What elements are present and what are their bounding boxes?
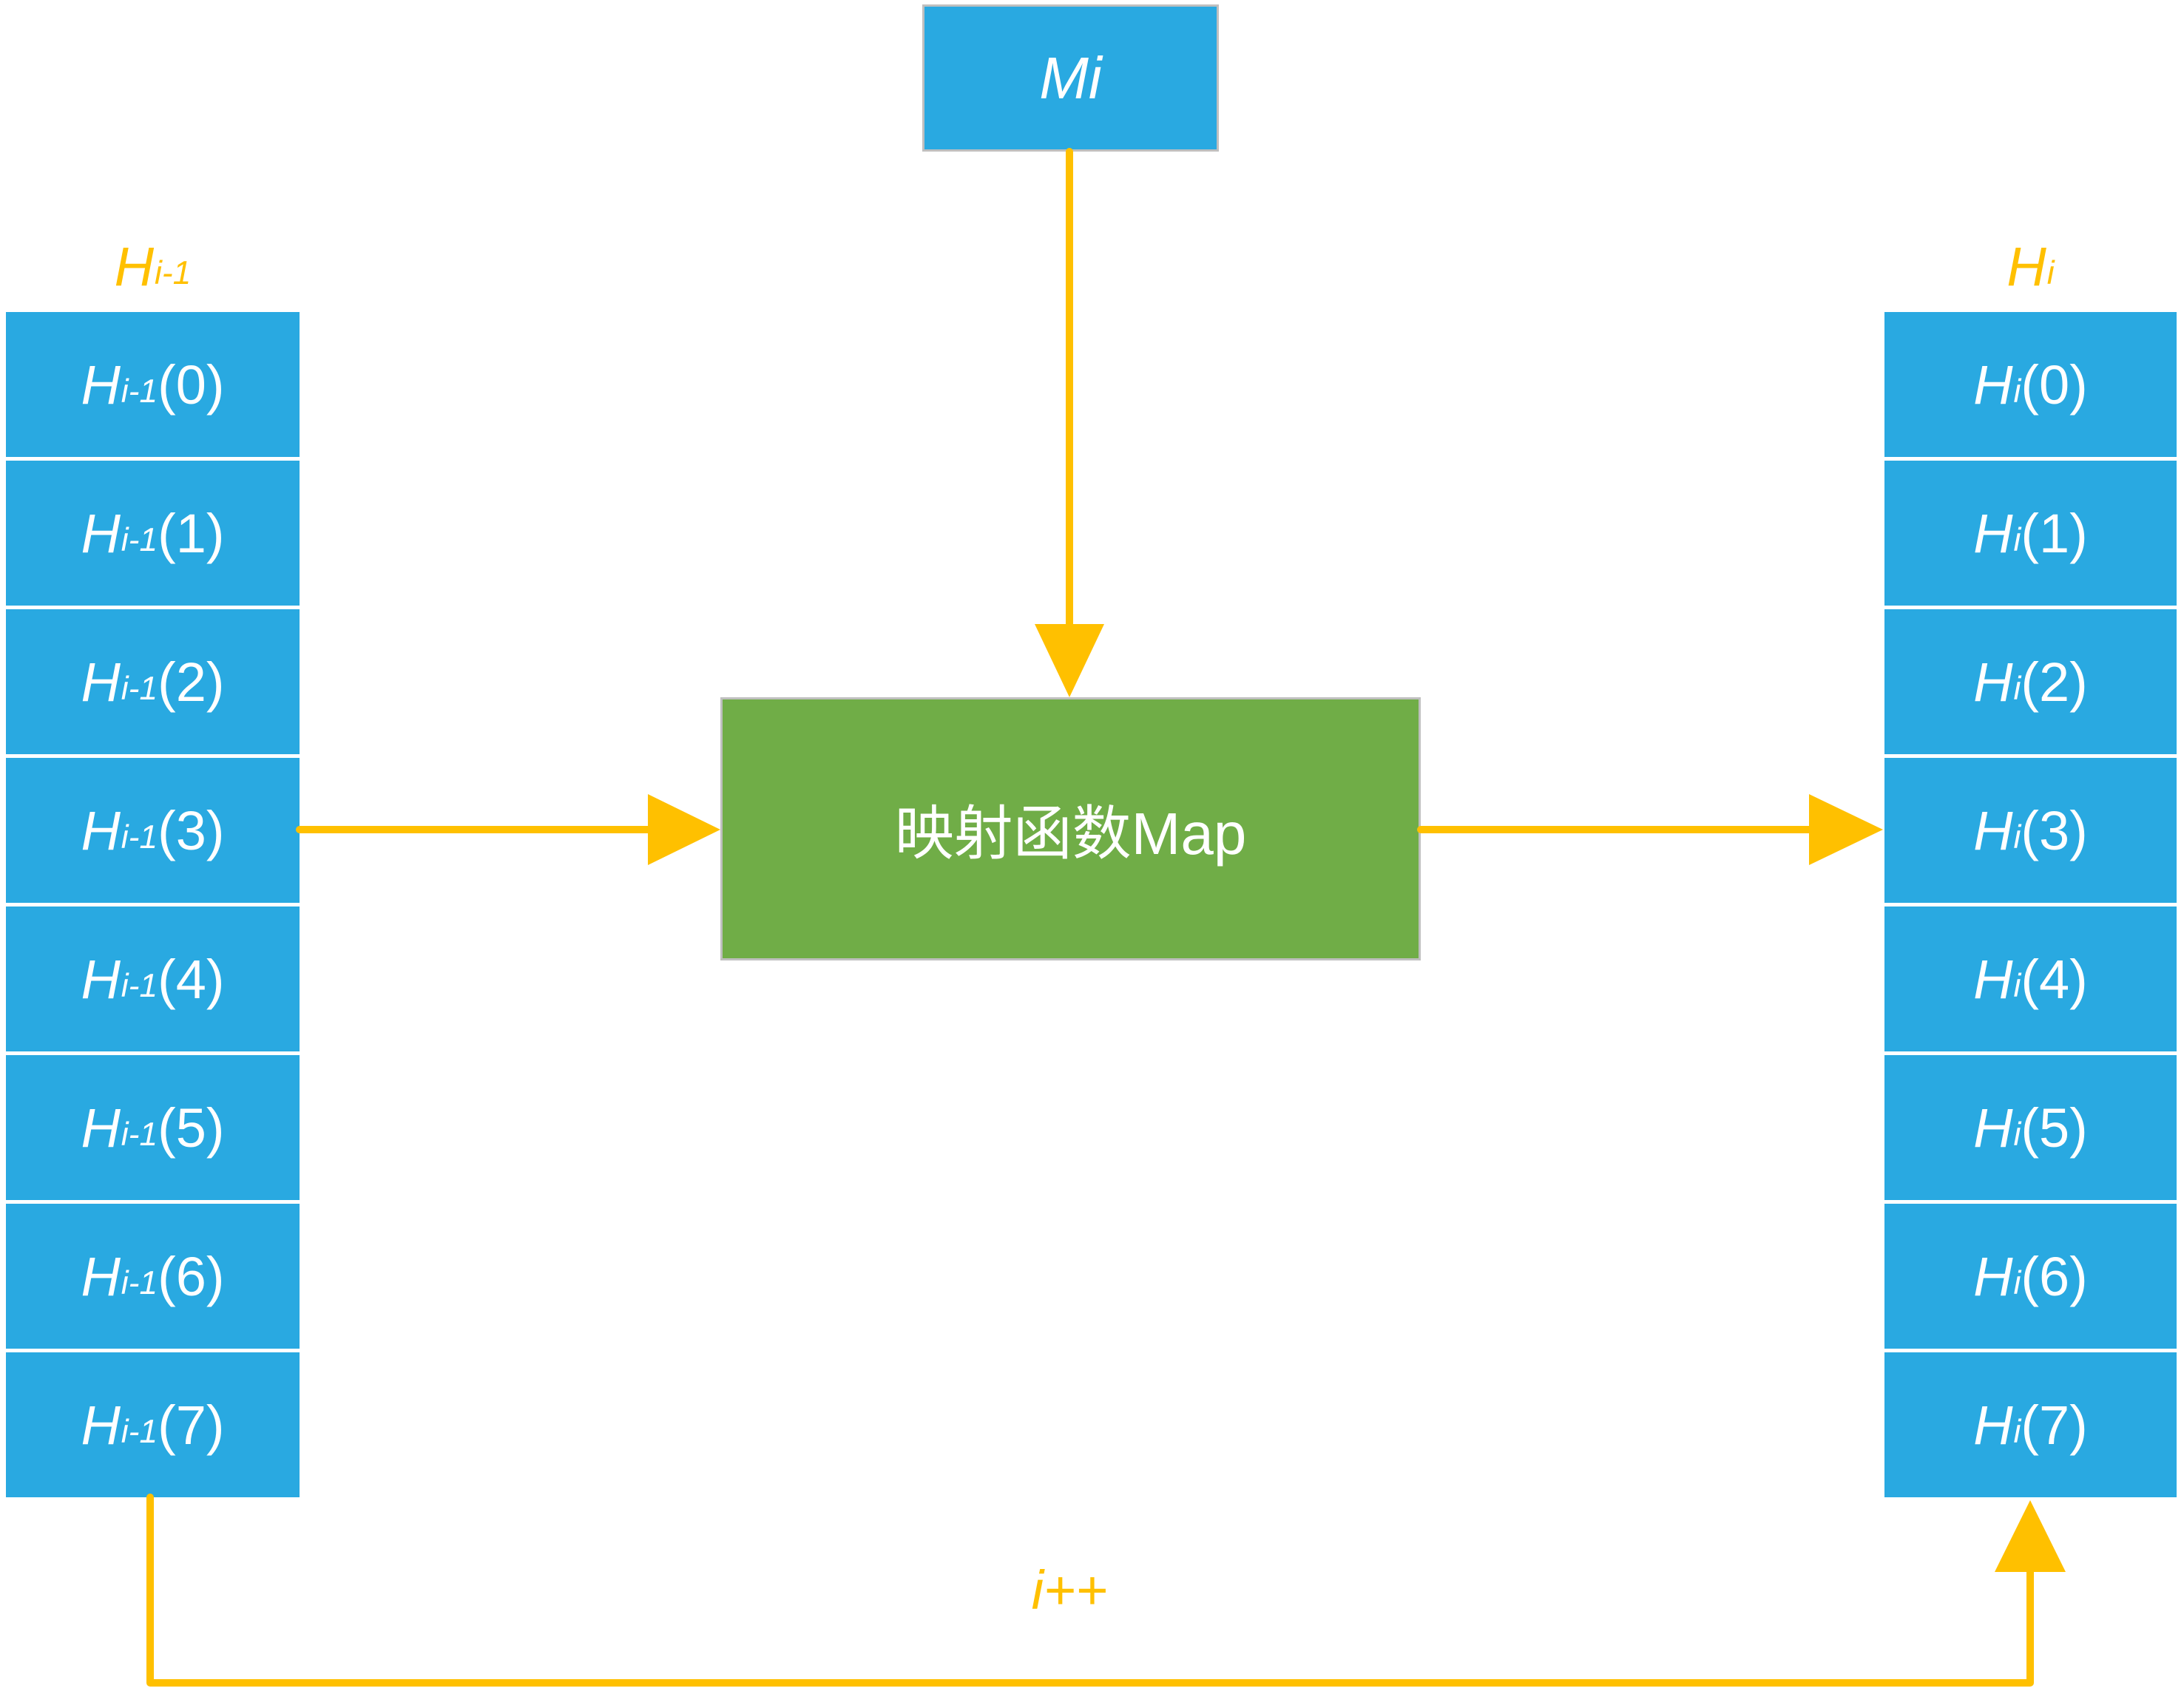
left-column-cell-arg: (3) (158, 799, 225, 861)
right-column-cell-var: H (1973, 799, 2013, 861)
right-column-cell-sub: i (2013, 1264, 2021, 1301)
right-column-cell-sub: i (2013, 521, 2021, 558)
left-column-cell-6: Hi-1 (6) (6, 1204, 300, 1349)
right-column-cell-6: Hi (6) (1884, 1204, 2177, 1349)
right-column-cell-sub: i (2013, 670, 2021, 707)
arrow-map-to-right-head (1809, 794, 1883, 865)
right-column-cell-arg: (7) (2021, 1394, 2088, 1456)
right-column-cell-arg: (5) (2021, 1097, 2088, 1159)
right-column-cell-7: Hi (7) (1884, 1352, 2177, 1497)
left-column-cell-sub: i-1 (121, 670, 158, 707)
left-column-cell-arg: (6) (158, 1245, 225, 1307)
left-column-cell-arg: (0) (158, 353, 225, 416)
left-column-cell-var: H (81, 948, 121, 1010)
left-column-h-prev: Hi-1 (0) Hi-1 (1) Hi-1 (2) Hi-1 (3) Hi-1 (4) Hi-1(… (6, 312, 300, 1497)
left-column-cell-arg: (2) (158, 651, 225, 713)
right-column-cell-var: H (1973, 948, 2013, 1010)
right-heading-sub: i (2046, 254, 2055, 291)
right-column-cell-1: Hi (1) (1884, 461, 2177, 606)
left-column-cell-var: H (81, 1245, 121, 1307)
right-column-cell-var: H (1973, 1097, 2013, 1159)
right-column-cell-arg: (2) (2021, 651, 2088, 713)
input-box-mi: Mi (922, 4, 1219, 152)
right-column-h-current: Hi (0) Hi (1) Hi (2) Hi (3) Hi (4) Hi (5) Hi (6) Hi (7) (1884, 312, 2177, 1497)
right-column-cell-var: H (1973, 1245, 2013, 1307)
right-column-cell-arg: (3) (2021, 799, 2088, 861)
left-column-cell-2: Hi-1 (2) (6, 609, 300, 754)
left-column-cell-var: H (81, 1394, 121, 1456)
left-heading-var: H (114, 235, 155, 297)
left-column-cell-var: H (81, 651, 121, 713)
right-column-heading: Hi (1884, 222, 2177, 311)
right-column-cell-4: Hi (4) (1884, 907, 2177, 1051)
left-column-cell-5: Hi-1 (5) (6, 1055, 300, 1200)
left-column-cell-arg: (1) (158, 502, 225, 564)
right-column-cell-sub: i (2013, 373, 2021, 410)
left-column-cell-sub: i-1 (121, 1116, 158, 1153)
right-column-cell-5: Hi (5) (1884, 1055, 2177, 1200)
left-column-cell-7: Hi-1 (7) (6, 1352, 300, 1497)
right-column-cell-3: Hi (3) (1884, 758, 2177, 903)
left-column-cell-0: Hi-1 (0) (6, 312, 300, 457)
arrow-map-to-right (1417, 794, 1883, 865)
right-column-cell-2: Hi (2) (1884, 609, 2177, 754)
left-column-cell-var: H (81, 502, 121, 564)
left-column-heading: Hi-1 (6, 222, 300, 311)
left-column-cell-sub: i-1 (121, 373, 158, 410)
left-column-cell-var: H (81, 799, 121, 861)
right-heading-var: H (2006, 235, 2046, 297)
arrow-loop-feedback-head (1995, 1500, 2066, 1572)
left-column-cell-arg: (5) (158, 1097, 225, 1159)
arrow-left-to-map (296, 794, 720, 865)
left-column-cell-3: Hi-1 (3) (6, 758, 300, 903)
right-column-cell-arg: (1) (2021, 502, 2088, 564)
right-column-cell-sub: i (2013, 1413, 2021, 1450)
arrow-mi-to-map-head (1035, 624, 1104, 697)
right-column-cell-sub: i (2013, 819, 2021, 855)
right-column-cell-sub: i (2013, 1116, 2021, 1153)
map-function-label: 映射函数Map (894, 801, 1247, 867)
right-column-cell-0: Hi (0) (1884, 312, 2177, 457)
left-column-cell-var: H (81, 353, 121, 416)
left-column-cell-sub: i-1 (121, 819, 158, 855)
left-heading-sub: i-1 (154, 254, 192, 291)
right-column-cell-var: H (1973, 1394, 2013, 1456)
left-column-cell-sub: i-1 (121, 521, 158, 558)
left-column-cell-1: Hi-1 (1) (6, 461, 300, 606)
right-column-cell-var: H (1973, 651, 2013, 713)
left-column-cell-arg: (4) (158, 948, 225, 1010)
arrow-mi-to-map (1035, 148, 1104, 697)
map-function-box: 映射函数Map (720, 697, 1421, 960)
arrow-left-to-map-head (648, 794, 720, 865)
left-column-cell-var: H (81, 1097, 121, 1159)
left-column-cell-sub: i-1 (121, 1264, 158, 1301)
right-column-cell-arg: (6) (2021, 1245, 2088, 1307)
left-column-cell-arg: (7) (158, 1394, 225, 1456)
left-column-cell-sub: i-1 (121, 967, 158, 1004)
right-column-cell-arg: (0) (2021, 353, 2088, 416)
input-box-label: Mi (1039, 44, 1102, 111)
left-column-cell-4: Hi-1 (4) (6, 907, 300, 1051)
right-column-cell-sub: i (2013, 967, 2021, 1004)
left-column-cell-sub: i-1 (121, 1413, 158, 1450)
right-column-cell-arg: (4) (2021, 948, 2088, 1010)
right-column-cell-var: H (1973, 502, 2013, 564)
loop-label: i++ (1031, 1559, 1108, 1621)
right-column-cell-var: H (1973, 353, 2013, 416)
